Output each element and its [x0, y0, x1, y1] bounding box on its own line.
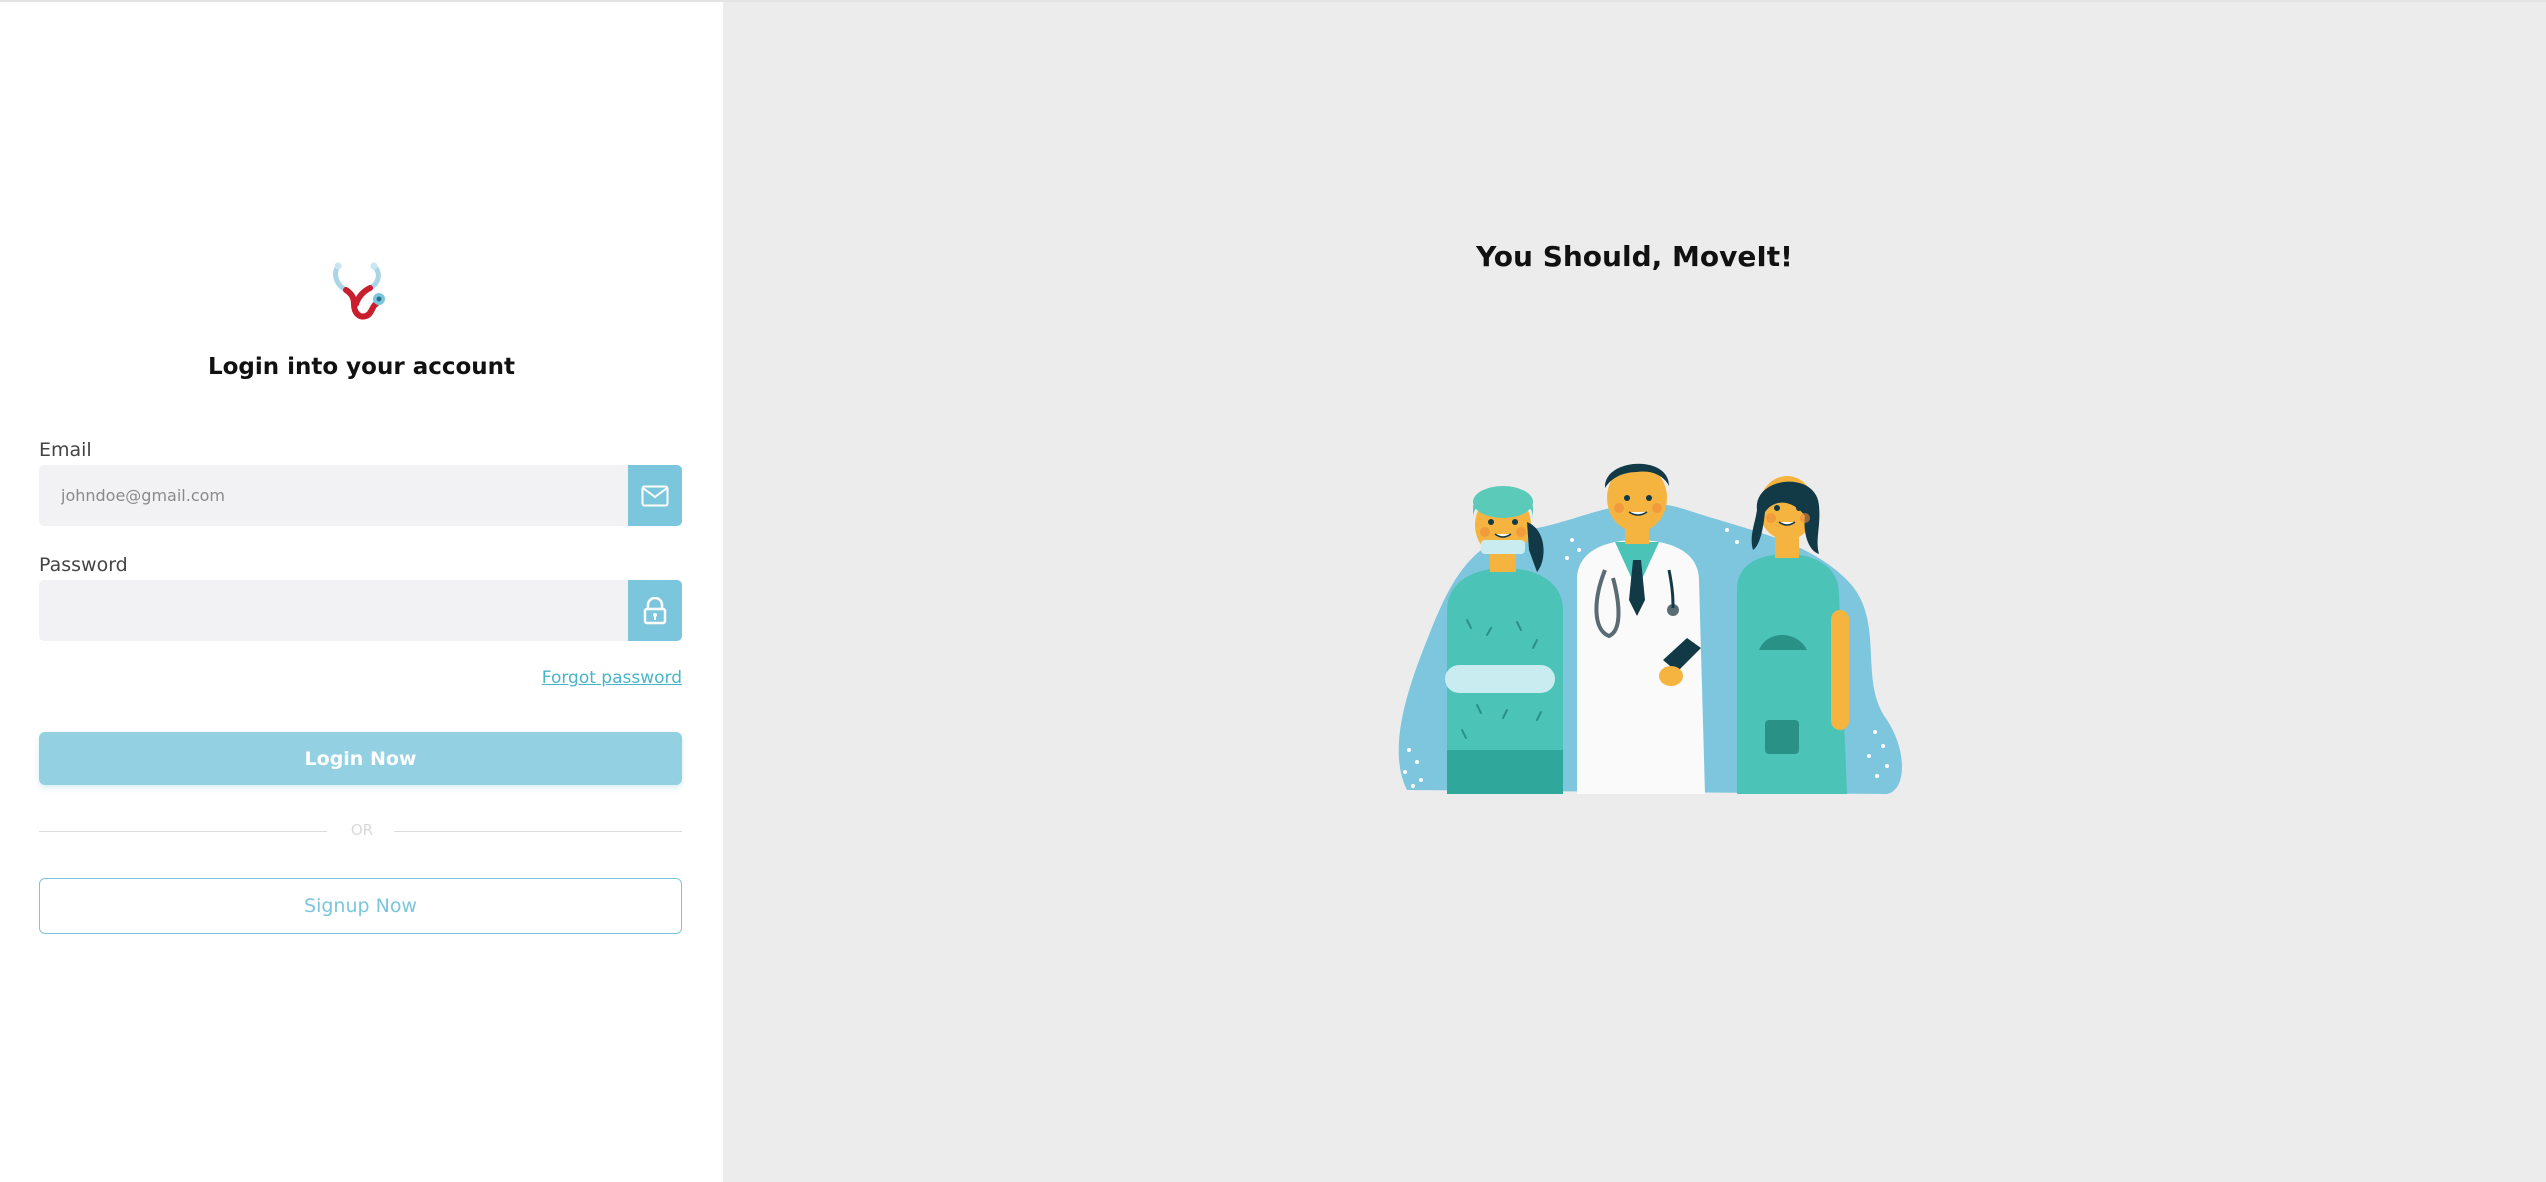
signup-button[interactable]: Signup Now: [39, 878, 682, 934]
password-field[interactable]: [39, 580, 629, 641]
login-button[interactable]: Login Now: [39, 732, 682, 785]
divider-right: [394, 831, 682, 832]
hero-tagline: You Should, MoveIt!: [1476, 240, 1793, 273]
hero-panel: You Should, MoveIt!: [723, 2, 2546, 1182]
divider-left: [39, 831, 327, 832]
email-label: Email: [39, 439, 92, 461]
stethoscope-logo-icon: [333, 262, 385, 320]
email-field-wrapper: [39, 465, 682, 526]
login-heading: Login into your account: [207, 354, 516, 380]
envelope-icon: [628, 465, 682, 526]
forgot-password-link[interactable]: Forgot password: [500, 668, 682, 688]
password-label: Password: [39, 554, 128, 576]
password-field-wrapper: [39, 580, 682, 641]
login-panel: Login into your account Email Password F…: [0, 2, 723, 1182]
or-divider-text: OR: [350, 821, 374, 839]
email-field[interactable]: [39, 465, 629, 526]
lock-icon: [628, 580, 682, 641]
medical-team-illustration: [1398, 463, 1902, 794]
